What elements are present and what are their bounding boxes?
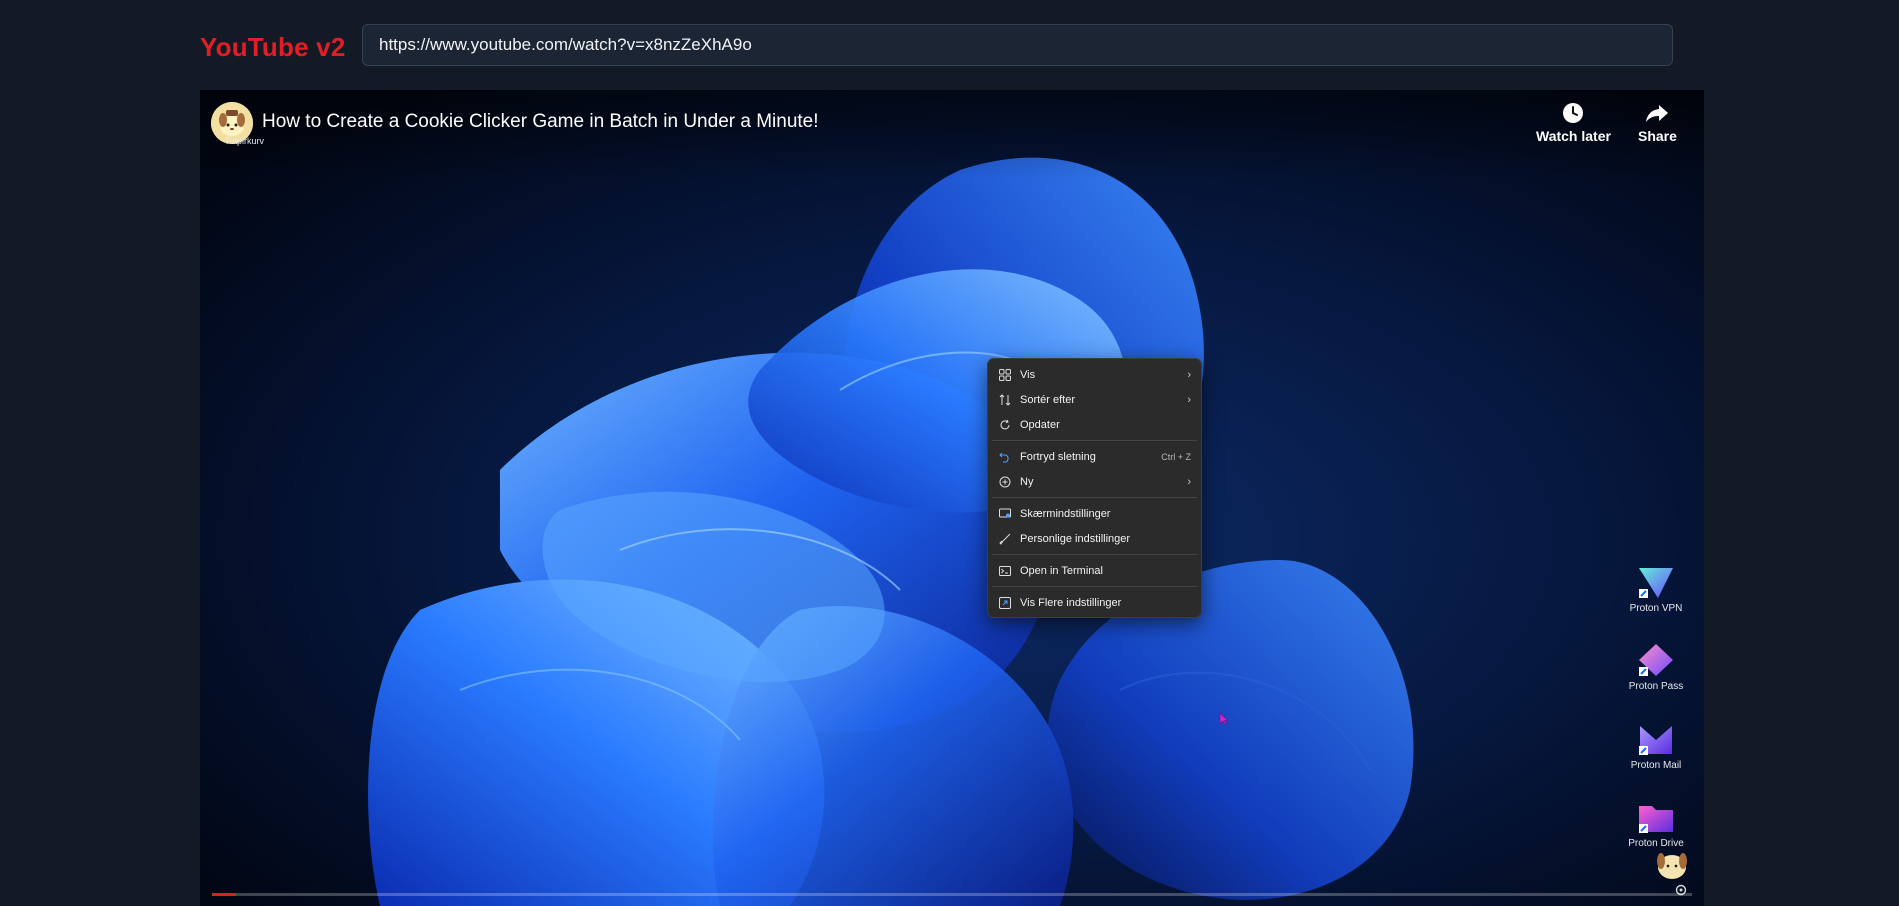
- chevron-right-icon: ›: [1187, 368, 1191, 381]
- desktop-context-menu: Vis › Sortér efter › Opdater Fortryd sle…: [987, 358, 1202, 618]
- proton-pass-icon: [1639, 644, 1673, 676]
- share-label: Share: [1638, 128, 1677, 144]
- sort-icon: [998, 393, 1012, 407]
- refresh-icon: [998, 418, 1012, 432]
- video-title[interactable]: How to Create a Cookie Clicker Game in B…: [262, 111, 819, 133]
- context-menu-separator: [992, 497, 1197, 498]
- context-menu-item-label: Opdater: [1020, 418, 1060, 431]
- desktop-label-recycle-bin: Papirkurv: [226, 136, 265, 146]
- context-menu-item-label: Vis: [1020, 368, 1036, 381]
- context-menu-item-label: Ny: [1020, 475, 1034, 488]
- context-menu-item-label: Vis Flere indstillinger: [1020, 596, 1122, 609]
- desktop-icon-proton-vpn[interactable]: Proton VPN: [1624, 565, 1688, 614]
- player-top-overlay: [200, 90, 1704, 180]
- video-frame-wallpaper: [200, 90, 1704, 906]
- share-arrow-icon: [1646, 105, 1669, 122]
- url-input[interactable]: [379, 35, 1656, 55]
- context-menu-item-personalize[interactable]: Personlige indstillinger: [988, 526, 1201, 551]
- context-menu-separator: [992, 586, 1197, 587]
- proton-drive-icon: [1639, 806, 1673, 833]
- context-menu-item-more-options[interactable]: Vis Flere indstillinger: [988, 590, 1201, 615]
- app-logo[interactable]: YouTube v2: [200, 32, 346, 63]
- chevron-right-icon: ›: [1187, 393, 1191, 406]
- desktop-icon-proton-drive[interactable]: Proton Drive: [1624, 800, 1688, 849]
- context-menu-item-label: Fortryd sletning: [1020, 450, 1096, 463]
- context-menu-separator: [992, 554, 1197, 555]
- chevron-right-icon: ›: [1187, 475, 1191, 488]
- undo-icon: [998, 450, 1012, 464]
- video-progress-bar[interactable]: [212, 893, 1692, 896]
- context-menu-item-label: Skærmindstillinger: [1020, 507, 1111, 520]
- context-menu-item-label: Personlige indstillinger: [1020, 532, 1131, 545]
- context-menu-item-label: Open in Terminal: [1020, 564, 1103, 577]
- mascot-sticker-icon: [1657, 853, 1687, 879]
- display-icon: [998, 507, 1012, 521]
- context-menu-item-refresh[interactable]: Opdater: [988, 412, 1201, 437]
- desktop-icon-label: Proton VPN: [1629, 603, 1683, 614]
- brush-icon: [998, 532, 1012, 546]
- watch-later-button[interactable]: Watch later: [1536, 102, 1611, 144]
- context-menu-item-new[interactable]: Ny ›: [988, 469, 1201, 494]
- context-menu-item-display-settings[interactable]: Skærmindstillinger: [988, 501, 1201, 526]
- url-bar[interactable]: [362, 24, 1673, 66]
- proton-mail-icon: [1639, 726, 1672, 755]
- more-options-icon: [998, 596, 1012, 610]
- terminal-icon: [998, 564, 1012, 578]
- context-menu-item-vis[interactable]: Vis ›: [988, 362, 1201, 387]
- video-progress-fill: [212, 893, 236, 896]
- desktop-icon-proton-pass[interactable]: Proton Pass: [1624, 643, 1688, 692]
- share-button[interactable]: Share: [1638, 102, 1677, 144]
- desktop-icon-label: Proton Mail: [1630, 760, 1682, 771]
- proton-vpn-icon: [1639, 568, 1673, 598]
- video-player[interactable]: Papirkurv How to Create a Cookie Clicker…: [200, 90, 1704, 906]
- context-menu-item-open-terminal[interactable]: Open in Terminal: [988, 558, 1201, 583]
- mouse-cursor-icon: [1219, 712, 1229, 726]
- context-menu-separator: [992, 440, 1197, 441]
- context-menu-item-sort[interactable]: Sortér efter ›: [988, 387, 1201, 412]
- desktop-icon-proton-mail[interactable]: Proton Mail: [1624, 722, 1688, 771]
- context-menu-item-label: Sortér efter: [1020, 393, 1076, 406]
- clock-icon: [1563, 103, 1584, 123]
- plus-circle-icon: [998, 475, 1012, 489]
- context-menu-item-undo-delete[interactable]: Fortryd sletning Ctrl + Z: [988, 444, 1201, 469]
- watch-later-label: Watch later: [1536, 128, 1611, 144]
- desktop-icon-label: Proton Pass: [1628, 681, 1684, 692]
- grid-icon: [998, 368, 1012, 382]
- shortcut-label: Ctrl + Z: [1161, 451, 1191, 462]
